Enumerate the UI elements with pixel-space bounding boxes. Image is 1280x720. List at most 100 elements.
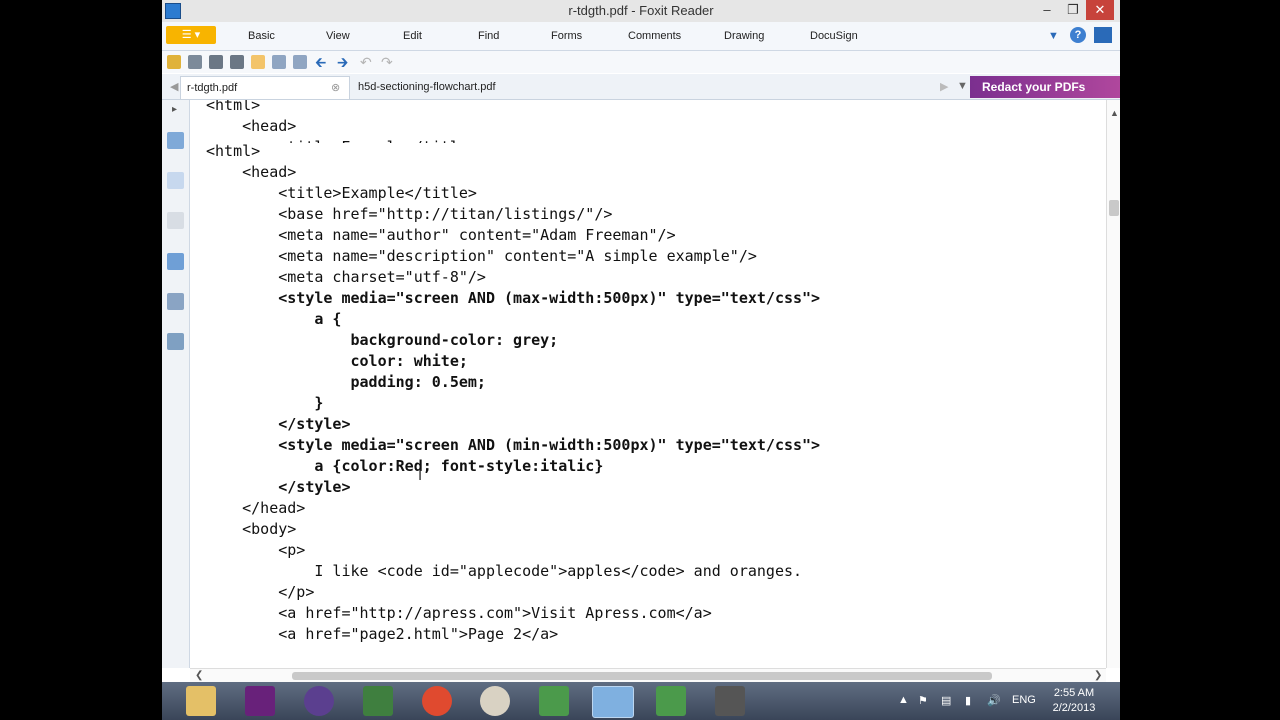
scroll-up-icon[interactable]: ▲ bbox=[1110, 108, 1119, 118]
code-line: </style> bbox=[206, 415, 351, 433]
partial-code-line: <head> bbox=[206, 117, 297, 135]
undo-icon[interactable]: ↶ bbox=[360, 55, 374, 69]
power-icon[interactable]: ▮ bbox=[965, 694, 971, 707]
tab-label: h5d-sectioning-flowchart.pdf bbox=[358, 81, 496, 93]
foxit-reader-window: r-tdgth.pdf - Foxit Reader – ❐ ✕ ☰ ▾ Bas… bbox=[162, 0, 1120, 682]
comments-icon[interactable] bbox=[167, 253, 184, 270]
tabs-list-icon[interactable]: ▼ bbox=[957, 80, 968, 92]
hand-tool-icon[interactable] bbox=[251, 55, 265, 69]
horizontal-scroll-thumb[interactable] bbox=[292, 672, 992, 680]
pages-icon[interactable] bbox=[167, 172, 184, 189]
code-line: <html> bbox=[206, 142, 261, 160]
tab-label: r-tdgth.pdf bbox=[187, 82, 238, 94]
close-tab-icon[interactable]: ⊗ bbox=[331, 77, 340, 99]
help-icon[interactable]: ? bbox=[1070, 27, 1086, 43]
code-line: <a href="http://apress.com">Visit Apress… bbox=[206, 604, 712, 622]
clock-date: 2/2/2013 bbox=[1052, 702, 1096, 714]
layers-icon[interactable] bbox=[167, 212, 184, 229]
document-view[interactable]: <html> <head> <title>Example</title> <ht… bbox=[190, 100, 1106, 668]
attachments-icon[interactable] bbox=[167, 293, 184, 310]
menu-drawing[interactable]: Drawing bbox=[724, 30, 764, 42]
code-line: </head> bbox=[206, 499, 306, 517]
code-line: I like <code id="applecode">apples</code… bbox=[206, 562, 803, 580]
code-line: background-color: grey; bbox=[206, 331, 559, 349]
tab-r-tdgth[interactable]: r-tdgth.pdf ⊗ bbox=[180, 76, 350, 99]
code-line: padding: 0.5em; bbox=[206, 373, 486, 391]
code-line: a {color:Red; font-style:italic} bbox=[206, 457, 604, 475]
visual-studio-icon[interactable] bbox=[245, 686, 275, 716]
scroll-right-icon[interactable]: ❯ bbox=[1094, 670, 1102, 681]
volume-icon[interactable]: 🔊 bbox=[987, 694, 1001, 707]
code-line: </style> bbox=[206, 478, 351, 496]
menu-basic[interactable]: Basic bbox=[248, 30, 275, 42]
code-line: } bbox=[206, 394, 324, 412]
close-button[interactable]: ✕ bbox=[1086, 0, 1114, 20]
snapshot-icon[interactable] bbox=[293, 55, 307, 69]
file-menu-button[interactable]: ☰ ▾ bbox=[166, 26, 216, 44]
code-line: <meta charset="utf-8"/> bbox=[206, 268, 486, 286]
menu-docusign[interactable]: DocuSign bbox=[810, 30, 858, 42]
code-line: <p> bbox=[206, 541, 306, 559]
horizontal-scrollbar[interactable]: ❮ ❯ bbox=[190, 668, 1106, 682]
chrome-icon[interactable] bbox=[422, 686, 452, 716]
redact-pdfs-ad[interactable]: Redact your PDFs bbox=[970, 76, 1120, 98]
signatures-icon[interactable] bbox=[167, 333, 184, 350]
code-line: <meta name="author" content="Adam Freema… bbox=[206, 226, 676, 244]
sidebar-expand-icon[interactable]: ▸ bbox=[172, 104, 177, 115]
partial-code-line: <html> bbox=[206, 100, 261, 114]
chart-app-2-icon[interactable] bbox=[656, 686, 686, 716]
code-line: <body> bbox=[206, 520, 297, 538]
bookmarks-icon[interactable] bbox=[167, 132, 184, 149]
code-line: <title>Example</title> bbox=[206, 184, 477, 202]
text-cursor-icon: I bbox=[418, 468, 423, 484]
previous-page-fragment: <html> <head> <title>Example</title> bbox=[206, 100, 477, 143]
chart-app-icon[interactable] bbox=[539, 686, 569, 716]
code-line: <style media="screen AND (max-width:500p… bbox=[206, 289, 821, 307]
coffee-app-icon[interactable] bbox=[480, 686, 510, 716]
show-hidden-icons-icon[interactable]: ▲ bbox=[898, 694, 909, 706]
menu-view[interactable]: View bbox=[326, 30, 350, 42]
network-icon[interactable]: ▤ bbox=[941, 694, 951, 707]
tabs-scroll-left-icon[interactable]: ◀ bbox=[170, 80, 178, 93]
video-app-icon[interactable] bbox=[715, 686, 745, 716]
navigation-sidebar: ▸ bbox=[162, 100, 190, 668]
collapse-ribbon-icon[interactable]: ▼ bbox=[1048, 30, 1059, 42]
tab-h5d-sectioning-flowchart[interactable]: h5d-sectioning-flowchart.pdf bbox=[352, 76, 502, 98]
redo-icon[interactable]: ↷ bbox=[381, 55, 395, 69]
scroll-left-icon[interactable]: ❮ bbox=[195, 670, 203, 681]
clock-time: 2:55 AM bbox=[1053, 687, 1095, 699]
restore-button[interactable]: ❐ bbox=[1060, 0, 1086, 20]
quick-access-toolbar: 🡰 🡲 ↶ ↷ bbox=[162, 51, 1120, 73]
menu-edit[interactable]: Edit bbox=[403, 30, 422, 42]
tabs-scroll-right-icon[interactable]: ▶ bbox=[940, 80, 948, 93]
file-explorer-icon[interactable] bbox=[186, 686, 216, 716]
windows-taskbar: ▲ ⚑ ▤ ▮ 🔊 ENG 2:55 AM 2/2/2013 bbox=[162, 682, 1120, 720]
menu-comments[interactable]: Comments bbox=[628, 30, 681, 42]
menu-forms[interactable]: Forms bbox=[551, 30, 582, 42]
books-app-icon[interactable] bbox=[363, 686, 393, 716]
menu-find[interactable]: Find bbox=[478, 30, 499, 42]
vertical-scroll-thumb[interactable] bbox=[1109, 200, 1119, 216]
minimize-button[interactable]: – bbox=[1034, 0, 1060, 20]
foxit-taskbar-icon[interactable] bbox=[592, 686, 634, 718]
action-center-icon[interactable]: ⚑ bbox=[918, 694, 928, 707]
open-icon[interactable] bbox=[167, 55, 181, 69]
code-line: color: white; bbox=[206, 352, 468, 370]
save-icon[interactable] bbox=[188, 55, 202, 69]
forward-arrow-icon[interactable]: 🡲 bbox=[337, 55, 351, 69]
code-line: <a href="page2.html">Page 2</a> bbox=[206, 625, 559, 643]
print-icon[interactable] bbox=[209, 55, 223, 69]
window-title: r-tdgth.pdf - Foxit Reader bbox=[568, 3, 714, 18]
code-line: </p> bbox=[206, 583, 315, 601]
back-arrow-icon[interactable]: 🡰 bbox=[315, 55, 329, 69]
select-text-icon[interactable] bbox=[272, 55, 286, 69]
system-clock[interactable]: 2:55 AM 2/2/2013 bbox=[1038, 686, 1110, 716]
code-line: <base href="http://titan/listings/"/> bbox=[206, 205, 613, 223]
scan-icon[interactable] bbox=[230, 55, 244, 69]
fullscreen-icon[interactable] bbox=[1094, 27, 1112, 43]
vertical-scrollbar[interactable]: ▲ bbox=[1106, 100, 1120, 668]
menu-bar: ☰ ▾ Basic View Edit Find Forms Comments … bbox=[162, 22, 1120, 51]
code-line: <style media="screen AND (min-width:500p… bbox=[206, 436, 821, 454]
language-indicator[interactable]: ENG bbox=[1012, 694, 1036, 706]
eclipse-icon[interactable] bbox=[304, 686, 334, 716]
